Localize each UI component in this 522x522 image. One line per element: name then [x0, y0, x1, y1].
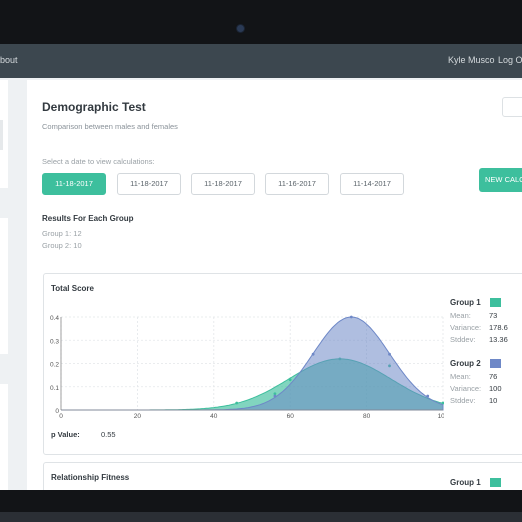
- mean-label: Mean:: [450, 311, 471, 320]
- results-group2: Group 2: 10: [42, 241, 82, 250]
- stddev-label: Stddev:: [450, 335, 476, 344]
- new-calculation-button[interactable]: NEW CALCULATION: [479, 168, 522, 192]
- group1-stddev-value: 13.36: [489, 335, 508, 344]
- data-point: [288, 378, 292, 382]
- variance-label: Variance:: [450, 323, 482, 332]
- stddev-label: Stddev:: [450, 396, 476, 405]
- date-button[interactable]: 11-18-2017: [117, 173, 181, 195]
- date-button[interactable]: 11-18-2017: [42, 173, 106, 195]
- mean-label: Mean:: [450, 372, 471, 381]
- relationship-group1-swatch: [490, 478, 501, 487]
- data-point: [311, 352, 315, 356]
- y-tick-label: 0.4: [50, 315, 59, 322]
- date-button[interactable]: 11-16-2017: [265, 173, 329, 195]
- data-point: [273, 394, 277, 398]
- date-button[interactable]: 11-14-2017: [340, 173, 404, 195]
- options-dropdown[interactable]: [502, 97, 522, 117]
- relationship-group1-name: Group 1: [450, 478, 481, 487]
- group1-mean-value: 73: [489, 311, 498, 320]
- group2-stddev-value: 10: [489, 396, 498, 405]
- group1-swatch: [490, 298, 501, 307]
- top-navbar: bout Kyle Musco Log Out: [0, 44, 522, 78]
- nav-about-link[interactable]: bout: [0, 55, 18, 65]
- group1-variance-value: 178.6: [489, 323, 508, 332]
- x-tick-label: 20: [134, 413, 142, 420]
- data-point: [426, 394, 430, 398]
- group1-stddev: Stddev: 13.36: [450, 335, 508, 344]
- nav-logout-link[interactable]: Log Out: [498, 55, 522, 65]
- p-value: 0.55: [101, 430, 116, 439]
- group2-variance: Variance: 100: [450, 384, 502, 393]
- app-screen: bout Kyle Musco Log Out Demographic Test…: [0, 44, 522, 490]
- data-point: [349, 315, 353, 319]
- y-tick-label: 0.2: [50, 362, 59, 369]
- date-button[interactable]: 11-18-2017: [191, 173, 255, 195]
- data-point: [388, 352, 391, 356]
- variance-label: Variance:: [450, 384, 482, 393]
- page-subtitle: Comparison between males and females: [42, 122, 178, 131]
- group2-mean: Mean: 76: [450, 372, 497, 381]
- device-bezel-top: [0, 0, 522, 44]
- distribution-chart: 00.10.20.30.4020406080100: [50, 315, 444, 420]
- chart-title: Relationship Fitness: [51, 473, 130, 482]
- x-tick-label: 60: [287, 413, 295, 420]
- device-bezel-bottom: [0, 490, 522, 522]
- x-tick-label: 0: [59, 413, 63, 420]
- data-point: [235, 401, 239, 405]
- device-lip: [0, 512, 522, 522]
- side-panel-notch: [0, 120, 3, 150]
- group2-variance-value: 100: [489, 384, 502, 393]
- group2-name: Group 2: [450, 359, 481, 368]
- y-tick-label: 0.3: [50, 338, 59, 345]
- group2-stddev: Stddev: 10: [450, 396, 497, 405]
- main-content-card: Demographic Test Comparison between male…: [27, 80, 522, 490]
- page-title: Demographic Test: [42, 100, 146, 114]
- p-value-label: p Value:: [51, 430, 80, 439]
- total-score-card: Total Score 00.10.20.30.4020406080100 p …: [43, 273, 522, 455]
- x-tick-label: 100: [438, 413, 444, 420]
- x-tick-label: 80: [363, 413, 371, 420]
- y-tick-label: 0.1: [50, 385, 59, 392]
- group2-mean-value: 76: [489, 372, 498, 381]
- group1-mean: Mean: 73: [450, 311, 497, 320]
- nav-user-name[interactable]: Kyle Musco: [448, 55, 495, 65]
- group1-variance: Variance: 178.6: [450, 323, 508, 332]
- relationship-fitness-card: Relationship Fitness Group 1: [43, 462, 522, 490]
- camera-dot: [237, 25, 244, 32]
- side-panel-card: [0, 218, 8, 354]
- x-tick-label: 40: [210, 413, 218, 420]
- group1-name: Group 1: [450, 298, 481, 307]
- side-panel-card: [0, 384, 8, 490]
- results-title: Results For Each Group: [42, 214, 134, 223]
- results-group1: Group 1: 12: [42, 229, 82, 238]
- side-panel-card: [0, 80, 8, 188]
- group2-swatch: [490, 359, 501, 368]
- date-prompt: Select a date to view calculations:: [42, 157, 155, 166]
